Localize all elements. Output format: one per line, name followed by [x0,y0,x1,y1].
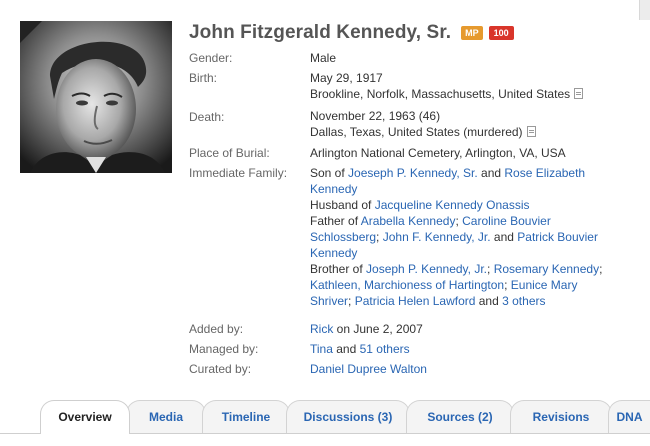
tab-media[interactable]: Media [126,400,206,433]
child-link-john-jr[interactable]: John F. Kennedy, Jr. [383,230,491,244]
profile-name: John Fitzgerald Kennedy, Sr. [189,22,452,43]
mother-link-part1[interactable]: Rose Elizabeth [504,166,585,180]
separator: ; [599,262,603,276]
separator: ; [487,262,494,276]
added-by-value: Rick on June 2, 2007 [310,321,635,337]
profile-photo[interactable] [20,21,172,173]
brother-of-text: Brother of [310,262,367,276]
other-managers-link[interactable]: 51 others [360,342,410,356]
and-text: and [490,230,518,244]
added-date: on June 2, 2007 [333,322,423,336]
husband-of-line: Husband of Jacqueline Kennedy Onassis [310,197,635,213]
death-place: Dallas, Texas, United States (murdered) [310,125,523,139]
burial-value: Arlington National Cemetery, Arlington, … [310,146,566,160]
tab-discussions[interactable]: Discussions (3) [286,400,410,433]
score-badge[interactable]: 100 [488,26,514,40]
sibling-link-kathleen[interactable]: Kathleen, Marchioness of Hartington [310,278,504,292]
curated-by-value: Daniel Dupree Walton [310,361,635,377]
source-document-icon[interactable] [574,88,584,99]
portrait-image [20,21,172,173]
separator: ; [376,230,383,244]
sibling-link-eunice-part1[interactable]: Eunice Mary [511,278,578,292]
birth-date: May 29, 1917 [310,71,383,85]
husband-of-text: Husband of [310,198,375,212]
birth-label: Birth: [189,71,218,85]
managed-by-value: Tina and 51 others [310,341,635,357]
family-value: Son of Joeseph P. Kennedy, Sr. and Rose … [310,165,635,309]
father-of-line: Father of Arabella Kennedy; Caroline Bou… [310,213,635,229]
father-link[interactable]: Joeseph P. Kennedy, Sr. [348,166,478,180]
mother-link-part2[interactable]: Kennedy [310,182,357,196]
death-value: November 22, 1963 (46) Dallas, Texas, Un… [310,108,635,140]
death-label: Death: [189,110,225,124]
and-text: and [477,166,505,180]
family-label: Immediate Family: [189,166,288,180]
and-text: and [332,342,360,356]
memorial-ribbon-icon [20,21,42,43]
child-link-caroline-part1[interactable]: Caroline Bouvier [462,214,551,228]
separator: ; [504,278,511,292]
source-document-icon[interactable] [526,126,536,137]
manager-link[interactable]: Tina [310,342,333,356]
child-link-patrick-part2[interactable]: Kennedy [310,246,357,260]
right-edge-panel [639,0,650,20]
separator: ; [348,294,355,308]
sibling-link-patricia[interactable]: Patricia Helen Lawford [355,294,476,308]
son-of-line: Son of Joeseph P. Kennedy, Sr. and Rose … [310,165,635,181]
birth-place: Brookline, Norfolk, Massachusetts, Unite… [310,87,571,101]
tab-overview[interactable]: Overview [40,400,130,434]
tab-revisions[interactable]: Revisions [510,400,612,433]
more-siblings-link[interactable]: 3 others [502,294,545,308]
sibling-link-joseph[interactable]: Joseph P. Kennedy, Jr. [366,262,487,276]
added-by-user-link[interactable]: Rick [310,322,333,336]
burial-label: Place of Burial: [189,146,270,160]
added-by-label: Added by: [189,322,244,336]
tab-sources[interactable]: Sources (2) [406,400,514,433]
managed-by-label: Managed by: [189,342,259,356]
master-profile-badge[interactable]: MP [461,26,483,40]
birth-value: May 29, 1917 Brookline, Norfolk, Massach… [310,70,635,102]
brother-of-line: Brother of Joseph P. Kennedy, Jr.; Rosem… [310,261,635,277]
death-date: November 22, 1963 (46) [310,109,441,123]
sibling-link-rosemary[interactable]: Rosemary Kennedy [494,262,599,276]
sibling-link-eunice-part2[interactable]: Shriver [310,294,348,308]
birth-place-line: Brookline, Norfolk, Massachusetts, Unite… [310,86,635,102]
death-place-line: Dallas, Texas, United States (murdered) [310,124,635,140]
tab-dna[interactable]: DNA [608,400,650,433]
curator-link[interactable]: Daniel Dupree Walton [310,362,427,376]
father-of-text: Father of [310,214,361,228]
tab-timeline[interactable]: Timeline [202,400,290,433]
child-link-arabella[interactable]: Arabella Kennedy [361,214,456,228]
profile-header: John Fitzgerald Kennedy, Sr. MP 100 [189,22,514,44]
gender-value: Male [310,51,337,65]
son-of-text: Son of [310,166,349,180]
child-link-caroline-part2[interactable]: Schlossberg [310,230,376,244]
child-link-patrick-part1[interactable]: Patrick Bouvier [517,230,598,244]
curated-by-label: Curated by: [189,362,252,376]
spouse-link[interactable]: Jacqueline Kennedy Onassis [375,198,530,212]
and-text: and [475,294,503,308]
gender-label: Gender: [189,51,233,65]
